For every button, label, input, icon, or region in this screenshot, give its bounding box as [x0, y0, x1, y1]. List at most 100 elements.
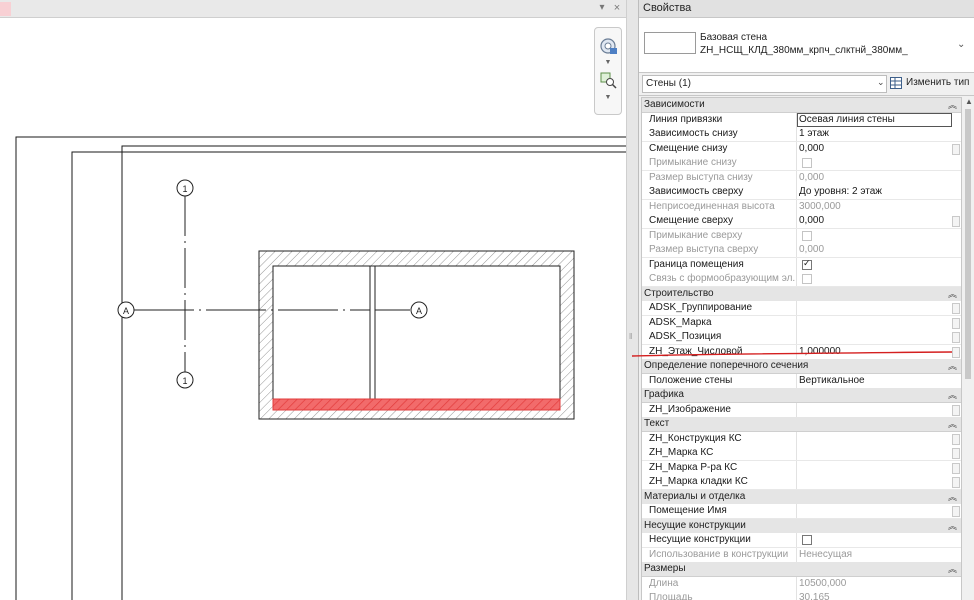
view-tab[interactable]	[0, 2, 11, 16]
collapse-group-icon[interactable]: ︽	[948, 490, 957, 503]
floor-plan-canvas[interactable]: 1 1 A A	[0, 0, 626, 600]
collapse-group-icon[interactable]: ︽	[948, 287, 957, 300]
associate-parameter-button[interactable]	[952, 448, 960, 459]
properties-title-bar: Свойства	[639, 0, 974, 18]
property-value[interactable]: 0,000	[799, 215, 824, 226]
property-row[interactable]: ADSK_Марка	[642, 315, 961, 331]
chevron-down-icon[interactable]: ▼	[603, 94, 613, 102]
type-name-label: ZH_НСЩ_КЛД_380мм_крпч_слктнй_380мм_	[700, 45, 908, 56]
property-group[interactable]: Размеры ︽	[642, 562, 961, 577]
property-group[interactable]: Графика ︽	[642, 388, 961, 403]
property-row[interactable]: ZH_Изображение	[642, 402, 961, 418]
collapse-group-icon[interactable]: ︽	[948, 417, 957, 430]
view-tab-bar	[0, 0, 626, 18]
property-name: Несущие конструкции	[649, 534, 751, 545]
close-icon[interactable]: ×	[611, 1, 623, 15]
chevron-down-icon[interactable]: ▾	[596, 1, 608, 15]
property-name: Неприсоединенная высота	[649, 200, 775, 212]
property-row[interactable]: Положение стены Вертикальное	[642, 373, 961, 389]
property-value: 3000,000	[799, 200, 841, 212]
column-divider	[796, 185, 797, 199]
associate-parameter-button[interactable]	[952, 332, 960, 343]
property-value[interactable]: Вертикальное	[799, 375, 865, 386]
property-row[interactable]: Смещение снизу 0,000	[642, 141, 961, 157]
grid-line-1[interactable]	[176, 179, 194, 389]
property-name: Примыкание снизу	[649, 157, 737, 168]
chevron-down-icon[interactable]: ⌄	[877, 77, 885, 88]
associate-parameter-button[interactable]	[952, 216, 960, 227]
property-row[interactable]: ADSK_Позиция	[642, 330, 961, 345]
property-name: Использование в конструкции	[649, 548, 789, 560]
property-row[interactable]: ZH_Марка кладки КС	[642, 475, 961, 490]
property-row[interactable]: Смещение сверху 0,000	[642, 214, 961, 229]
property-row[interactable]: Зависимость сверху До уровня: 2 этаж	[642, 185, 961, 200]
property-name: ZH_Марка КС	[649, 447, 714, 458]
column-divider	[796, 141, 797, 156]
column-divider	[796, 533, 797, 547]
properties-title: Свойства	[643, 2, 692, 14]
associate-parameter-button[interactable]	[952, 433, 960, 445]
column-divider	[796, 199, 797, 214]
property-row[interactable]: Зависимость снизу 1 этаж	[642, 127, 961, 142]
edit-type-label: Изменить тип	[906, 77, 970, 88]
property-name: Положение стены	[649, 374, 733, 386]
associate-parameter-button[interactable]	[952, 477, 960, 488]
property-value[interactable]: До уровня: 2 этаж	[799, 186, 882, 197]
property-group[interactable]: Материалы и отделка ︽	[642, 489, 961, 505]
property-value[interactable]: Осевая линия стены	[799, 114, 895, 125]
property-row[interactable]: Граница помещения	[642, 257, 961, 273]
property-row: Неприсоединенная высота 3000,000	[642, 199, 961, 215]
collapse-group-icon[interactable]: ︽	[948, 359, 957, 372]
collapse-group-icon[interactable]: ︽	[948, 519, 957, 532]
collapse-group-icon[interactable]: ︽	[948, 388, 957, 401]
collapse-group-icon[interactable]: ︽	[948, 562, 957, 575]
collapse-group-icon[interactable]: ︽	[948, 98, 957, 111]
scroll-up-icon[interactable]: ▲	[965, 97, 973, 106]
property-group[interactable]: Строительство ︽	[642, 286, 961, 302]
property-group[interactable]: Определение поперечного сечения ︽	[642, 359, 961, 374]
associate-parameter-button[interactable]	[952, 143, 960, 155]
property-group[interactable]: Несущие конструкции ︽	[642, 518, 961, 534]
drawing-view[interactable]: 1 1 A A ▾ × ▼ ▼	[0, 0, 626, 600]
associate-parameter-button[interactable]	[952, 317, 960, 329]
instance-filter-select[interactable]: Стены (1) ⌄	[642, 75, 887, 93]
associate-parameter-button[interactable]	[952, 303, 960, 314]
associate-parameter-button[interactable]	[952, 506, 960, 517]
property-row: Размер выступа сверху 0,000	[642, 243, 961, 258]
associate-parameter-button[interactable]	[952, 404, 960, 416]
property-value: Ненесущая	[799, 548, 853, 560]
property-group[interactable]: Зависимости ︽	[642, 98, 961, 113]
splitter-grip-icon[interactable]: ‖	[629, 333, 635, 347]
grid-bubble-bottom: 1	[182, 376, 187, 386]
property-name: ZH_Марка Р-ра КС	[649, 461, 738, 473]
property-name: Линия привязки	[649, 113, 723, 125]
property-row[interactable]: Линия привязки Осевая линия стены	[642, 112, 961, 128]
property-group[interactable]: Текст ︽	[642, 417, 961, 432]
property-checkbox	[802, 158, 812, 168]
associate-parameter-button[interactable]	[952, 462, 960, 474]
property-row[interactable]: ADSK_Группирование	[642, 301, 961, 316]
property-checkbox[interactable]	[802, 258, 812, 270]
property-row[interactable]: Помещение Имя	[642, 504, 961, 519]
chevron-down-icon[interactable]: ⌄	[957, 39, 965, 50]
steering-wheel-icon[interactable]	[598, 36, 618, 58]
property-group-label: Размеры	[644, 563, 686, 574]
property-checkbox[interactable]	[802, 535, 812, 545]
property-row[interactable]: ZH_Марка КС	[642, 446, 961, 461]
property-value[interactable]: 0,000	[799, 143, 824, 154]
property-row[interactable]: Несущие конструкции	[642, 533, 961, 548]
walls[interactable]	[258, 250, 575, 420]
zoom-icon[interactable]	[598, 70, 618, 92]
property-name: ADSK_Марка	[649, 316, 712, 328]
property-row[interactable]: ZH_Марка Р-ра КС	[642, 460, 961, 476]
scrollbar-thumb[interactable]	[965, 109, 971, 379]
chevron-down-icon[interactable]: ▼	[603, 59, 613, 67]
property-name: Размер выступа сверху	[649, 244, 759, 255]
column-divider	[796, 228, 797, 243]
property-row[interactable]: ZH_Конструкция КС	[642, 431, 961, 447]
property-name: Помещение Имя	[649, 505, 727, 516]
property-group-label: Зависимости	[644, 99, 705, 110]
type-selector[interactable]: Базовая стена ZH_НСЩ_КЛД_380мм_крпч_слкт…	[639, 18, 974, 73]
property-value[interactable]: 1 этаж	[799, 128, 829, 139]
edit-type-button[interactable]: Изменить тип	[888, 75, 974, 92]
